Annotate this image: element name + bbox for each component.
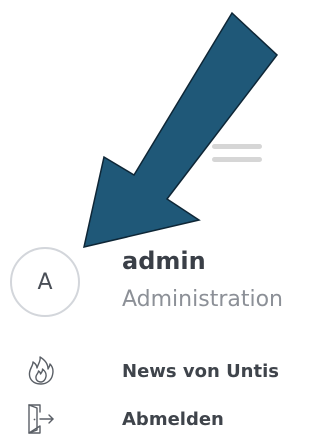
hamburger-bar-top bbox=[212, 144, 262, 149]
menu-item-news-label: News von Untis bbox=[122, 360, 279, 382]
avatar[interactable]: A bbox=[10, 247, 80, 317]
hamburger-icon[interactable] bbox=[212, 138, 262, 168]
user-role: Administration bbox=[122, 287, 283, 312]
flame-icon bbox=[26, 356, 56, 386]
logout-door-icon bbox=[26, 404, 56, 434]
user-name: admin bbox=[122, 247, 206, 275]
hamburger-bar-bottom bbox=[212, 157, 262, 162]
menu-item-news[interactable]: News von Untis bbox=[0, 351, 304, 391]
menu-item-logout[interactable]: Abmelden bbox=[0, 399, 304, 439]
menu-item-logout-label: Abmelden bbox=[122, 408, 224, 430]
